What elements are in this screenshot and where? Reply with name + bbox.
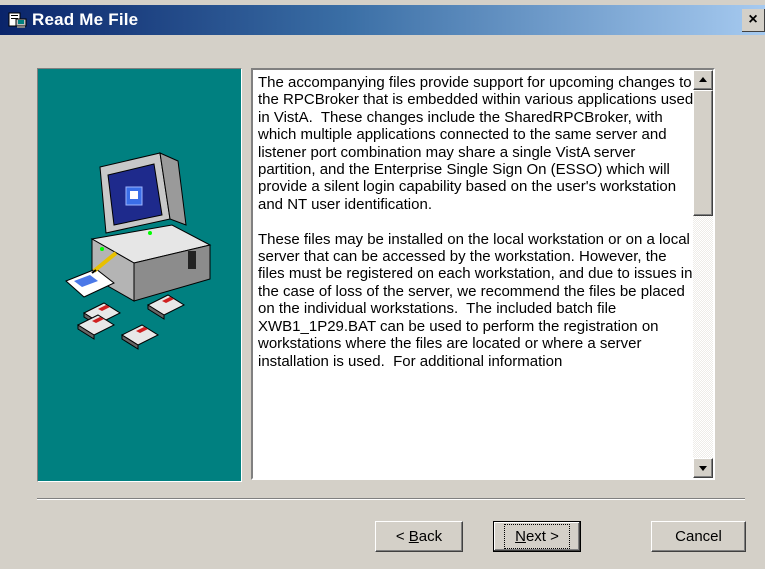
back-button[interactable]: < Back xyxy=(375,521,463,552)
next-button[interactable]: Next > xyxy=(493,521,581,552)
cancel-button[interactable]: Cancel xyxy=(651,521,746,552)
read-me-dialog: Read Me File × The accompanying files pr… xyxy=(0,0,765,569)
close-icon: × xyxy=(748,11,758,28)
cancel-button-label: Cancel xyxy=(675,528,722,545)
floppy-disks xyxy=(76,294,186,350)
next-button-label: Next > xyxy=(504,524,570,549)
scroll-thumb[interactable] xyxy=(693,90,713,216)
readme-text-box[interactable]: The accompanying files provide support f… xyxy=(251,68,715,480)
arrow-up-icon xyxy=(699,77,707,82)
separator-line xyxy=(37,498,745,500)
vertical-scrollbar[interactable] xyxy=(693,70,713,478)
side-panel xyxy=(37,68,242,482)
scroll-down-button[interactable] xyxy=(693,458,713,478)
window-title: Read Me File xyxy=(32,10,139,29)
readme-text: The accompanying files provide support f… xyxy=(258,74,694,370)
setup-icon xyxy=(8,12,27,28)
close-button[interactable]: × xyxy=(742,9,765,32)
title-bar[interactable]: Read Me File × xyxy=(0,5,765,35)
computer-illustration xyxy=(65,152,212,350)
arrow-down-icon xyxy=(699,466,707,471)
back-button-label: < Back xyxy=(395,528,443,545)
scroll-up-button[interactable] xyxy=(693,70,713,90)
